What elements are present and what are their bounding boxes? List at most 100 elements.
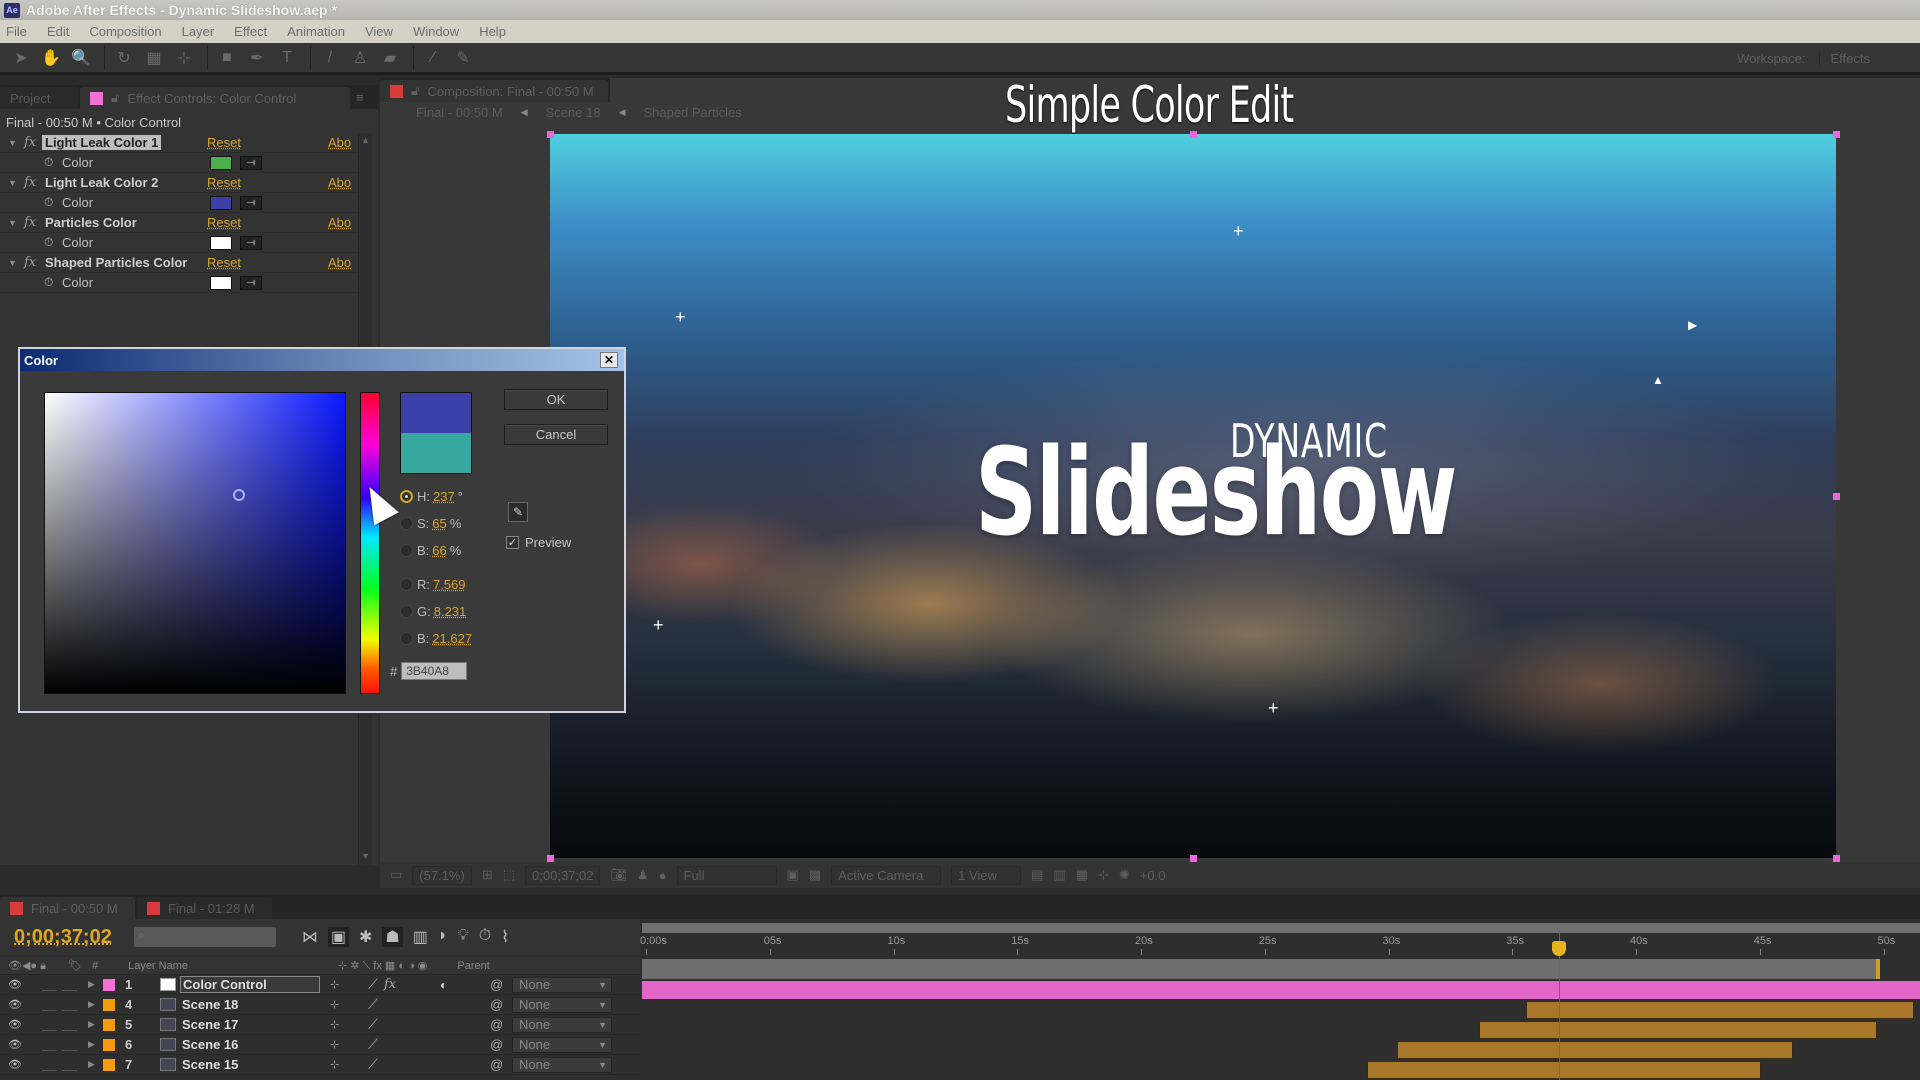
ok-button[interactable]: OK [504,389,608,410]
eyedropper-icon[interactable]: ⟞ [240,195,262,210]
motion-blur-icon[interactable]: ◗ [438,927,448,947]
selection-tool-icon[interactable]: ➤ [8,46,34,70]
red-value[interactable]: 7.569 [433,577,466,592]
parent-dropdown[interactable]: None ▼ [512,976,612,993]
layer-name[interactable]: Scene 17 [182,1017,238,1032]
transparency-grid-icon[interactable]: ▩ [809,867,821,883]
exposure-value[interactable]: +0.0 [1140,868,1166,883]
camera-dropdown[interactable]: Active Camera [831,865,942,885]
blue-radio[interactable] [400,632,413,645]
color-control-layer-bar[interactable] [642,981,1920,999]
comp-lock-icon[interactable]: 🔓︎ [411,83,419,99]
color-swatch[interactable] [210,235,232,250]
time-ruler[interactable]: 0:00s05s10s15s20s25s30s35s40s45s50s55s01… [640,919,1920,979]
shy-switch-icon[interactable]: ⊹ [330,998,339,1011]
eye-icon[interactable]: 👁︎ [8,1038,22,1051]
blue-row[interactable]: B: 21.627 [400,631,475,646]
crumb-scene-18[interactable]: Scene 18 [546,105,601,120]
quality-switch-icon[interactable]: ⟋ [368,1016,378,1033]
layer-handle[interactable] [1190,131,1197,138]
tab-effect-controls[interactable]: 🔓︎ Effect Controls: Color Control [80,87,350,109]
effect-name[interactable]: Shaped Particles Color [42,255,190,270]
shy-layers-icon[interactable]: ☗ [382,927,403,947]
pan-behind-tool-icon[interactable]: ⊹ [171,46,197,70]
red-row[interactable]: R: 7.569 [400,577,469,592]
saturation-radio[interactable] [400,517,413,530]
reset-link[interactable]: Reset [207,215,241,230]
crumb-final[interactable]: Final - 00:50 M [416,105,503,120]
blue-value[interactable]: 21.627 [432,631,472,646]
preview-checkbox[interactable]: ✓ Preview [506,535,571,550]
shy-switch-icon[interactable]: ⊹ [330,1058,339,1071]
pickwhip-icon[interactable]: @ [490,977,503,992]
menu-view[interactable]: View [365,24,393,39]
resolution-dropdown[interactable]: Full [676,865,777,885]
twirl-down-icon[interactable]: ▼ [8,258,18,268]
eye-icon[interactable]: 👁︎ [8,998,22,1011]
color-marker[interactable] [233,489,245,501]
roto-brush-tool-icon[interactable]: ⁄ [420,46,446,70]
lock-switch[interactable] [62,999,77,1011]
solo-switch[interactable] [42,1019,57,1031]
scene-layer-bar[interactable] [1525,1001,1915,1019]
original-color-swatch[interactable] [401,433,471,473]
crumb-shaped-particles[interactable]: Shaped Particles [643,105,741,120]
comp-mini-flowchart-icon[interactable]: ⋈ [302,927,318,947]
mask-visibility-icon[interactable]: ⬚ [503,867,515,883]
rotation-tool-icon[interactable]: ↻ [111,46,137,70]
brush-tool-icon[interactable]: / [317,46,343,70]
pickwhip-icon[interactable]: @ [490,1037,503,1052]
lock-switch[interactable] [62,979,77,991]
column-parent[interactable]: Parent [457,960,489,972]
twirl-right-icon[interactable]: ▶ [88,1059,95,1070]
clone-stamp-tool-icon[interactable]: ♙ [347,46,373,70]
stopwatch-icon[interactable]: ⏱︎ [44,195,58,210]
hue-radio[interactable] [400,490,413,503]
eraser-tool-icon[interactable]: ▰ [377,46,403,70]
fx-icon[interactable]: fx [24,255,42,270]
parent-dropdown[interactable]: None ▼ [512,1016,612,1033]
tab-project[interactable]: Project [0,87,78,109]
eye-icon[interactable]: 👁︎ [8,1018,22,1031]
layer-search-input[interactable]: ⌕ [133,927,276,947]
shy-switch-icon[interactable]: ⊹ [330,1018,339,1031]
pickwhip-icon[interactable]: @ [490,1057,503,1072]
scene-layer-bar[interactable] [1396,1041,1793,1059]
saturation-row[interactable]: S: 65% [400,516,461,531]
solo-switch[interactable] [42,999,57,1011]
parent-dropdown[interactable]: None ▼ [512,1056,612,1073]
effect-row[interactable]: ▼ fx Light Leak Color 2 Reset Abo [0,173,360,193]
effect-row[interactable]: ▼ fx Light Leak Color 1 Reset Abo [0,133,360,153]
dialog-title-bar[interactable]: Color [20,349,624,371]
close-icon[interactable]: ✕ [600,352,618,368]
layer-name[interactable]: Scene 15 [182,1057,238,1072]
view-layout-dropdown[interactable]: 1 View [951,865,1022,885]
menu-window[interactable]: Window [413,24,459,39]
twirl-right-icon[interactable]: ▶ [88,979,95,990]
pen-tool-icon[interactable]: ✒ [244,46,270,70]
checkmark-icon[interactable]: ✓ [506,536,519,549]
layer-handle[interactable] [1833,855,1840,862]
menu-animation[interactable]: Animation [287,24,345,39]
layer-name[interactable]: Scene 18 [182,997,238,1012]
brainstorm-icon[interactable]: 💡︎ [458,927,469,947]
tab-final-50[interactable]: Final - 00:50 M [0,897,135,919]
brightness-row[interactable]: B: 66% [400,543,461,558]
twirl-right-icon[interactable]: ▶ [88,1019,95,1030]
label-color[interactable] [103,1058,115,1071]
workspace-value[interactable]: Effects [1819,51,1870,66]
green-value[interactable]: 8.231 [434,604,467,619]
effect-row[interactable]: ▼ fx Particles Color Reset Abo [0,213,360,233]
lock-icon[interactable]: 🔓︎ [111,90,119,106]
flowchart-icon[interactable]: ⊹ [1098,867,1109,883]
reset-link[interactable]: Reset [207,175,241,190]
layer-handle[interactable] [547,855,554,862]
rectangle-tool-icon[interactable]: ■ [214,46,240,70]
layer-handle[interactable] [1190,855,1197,862]
eyedropper-icon[interactable]: ⟞ [240,235,262,250]
shy-switch-icon[interactable]: ⊹ [330,1038,339,1051]
always-preview-icon[interactable]: ▭ [390,867,402,883]
layer-name[interactable]: Scene 16 [182,1037,238,1052]
show-snapshot-icon[interactable]: ♟ [637,867,649,883]
auto-keyframe-icon[interactable]: ⏱︎ [479,927,491,947]
